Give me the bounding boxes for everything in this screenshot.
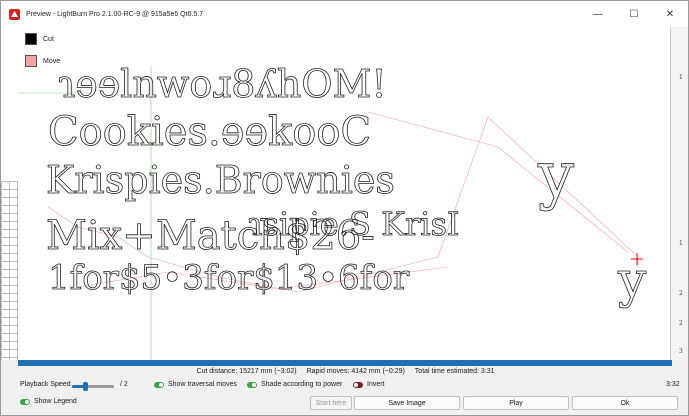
ruler-tick-2: 1 [679, 240, 683, 247]
shade-power-label: Shade according to power [261, 381, 343, 388]
ruler-tick-5: 3 [679, 348, 683, 355]
ruler-tick-4: 2 [679, 320, 683, 327]
playback-speed-slider-thumb[interactable] [82, 382, 88, 391]
ok-button[interactable]: Ok [572, 396, 678, 410]
invert-toggle[interactable]: Invert [353, 381, 385, 388]
playback-controls: Playback Speed / 2 Show traversal moves … [1, 380, 688, 394]
cut-color-swatch [25, 33, 37, 45]
window-title: Preview - LightBurn Pro 2.1.00-RC-9 @ 91… [26, 10, 204, 18]
playback-time-readout: 3:32 [666, 381, 680, 388]
job-stats: Cut distance: 15217 mm (~3:02) Rapid mov… [1, 368, 688, 380]
playback-speed-slider[interactable] [72, 382, 114, 391]
shade-power-switch[interactable] [247, 381, 257, 388]
legend-cut-label: Cut [43, 35, 54, 43]
show-legend-switch[interactable] [20, 398, 30, 405]
move-color-swatch [25, 55, 37, 67]
ruler-tick-1: 1 [679, 74, 683, 81]
show-traversal-toggle[interactable]: Show traversal moves [154, 381, 237, 388]
preview-text-line-2: Cookies.ɘɘkooC [48, 109, 371, 155]
cut-distance: Cut distance: 15217 mm (~3:02) [196, 368, 297, 375]
total-time: Total time estimated: 3:31 [414, 368, 495, 375]
legend-item-move: Move [25, 51, 60, 71]
show-legend-toggle[interactable]: Show Legend [20, 398, 77, 405]
preview-text-line-1: ɿɘɘlnwoɹ8ʎhOM! [58, 62, 387, 106]
bottom-bar: Show Legend Start here Save Image Play O… [1, 394, 688, 415]
title-bar: Preview - LightBurn Pro 2.1.00-RC-9 @ 91… [1, 1, 688, 27]
preview-glyph-large: y [537, 139, 574, 213]
show-traversal-switch[interactable] [154, 381, 164, 388]
vertical-ruler-ticks: 1 1 2 2 3 [679, 74, 683, 355]
invert-label: Invert [367, 381, 385, 388]
preview-canvas[interactable]: ɿɘɘlnwoɹ8ʎhOM! Cookies.ɘɘkooC Krispies.B… [18, 27, 672, 360]
playback-progress-fill [18, 360, 672, 366]
play-button[interactable]: Play [463, 396, 569, 410]
preview-text-line-5: Mix+Match$26- [46, 213, 375, 259]
shade-power-toggle[interactable]: Shade according to power [247, 381, 342, 388]
lightburn-app-icon [9, 8, 20, 20]
vertical-ruler: 1 1 2 2 3 [670, 27, 688, 360]
legend-item-cut: Cut [25, 29, 60, 49]
save-image-button[interactable]: Save Image [354, 396, 460, 410]
invert-switch[interactable] [353, 381, 363, 388]
left-grid-background [1, 181, 18, 360]
legend-move-label: Move [43, 57, 61, 65]
preview-window: Preview - LightBurn Pro 2.1.00-RC-9 @ 91… [0, 0, 689, 416]
preview-text-line-6: 1for$5•3for$13•6for [48, 258, 410, 298]
legend-panel: Cut Move [25, 29, 60, 73]
preview-text-line-3: Krispies.Brownies [46, 158, 395, 202]
show-traversal-label: Show traversal moves [168, 381, 237, 388]
rapid-moves: Rapid moves: 4142 mm (~0:29) [306, 368, 405, 375]
ruler-tick-3: 2 [679, 290, 683, 297]
playback-speed-value: / 2 [120, 381, 128, 388]
minimize-button[interactable]: — [580, 1, 616, 27]
window-controls: — ☐ ✕ [580, 1, 688, 27]
close-button[interactable]: ✕ [652, 1, 688, 27]
start-here-button[interactable]: Start here [310, 396, 352, 410]
playback-speed-label: Playback Speed [20, 381, 71, 388]
preview-glyph-small: y [617, 251, 647, 309]
show-legend-label: Show Legend [34, 398, 77, 405]
preview-drawing: ɿɘɘlnwoɹ8ʎhOM! Cookies.ɘɘkooC Krispies.B… [18, 62, 647, 360]
maximize-button[interactable]: ☐ [616, 1, 652, 27]
playback-progress-bar[interactable] [18, 360, 672, 366]
